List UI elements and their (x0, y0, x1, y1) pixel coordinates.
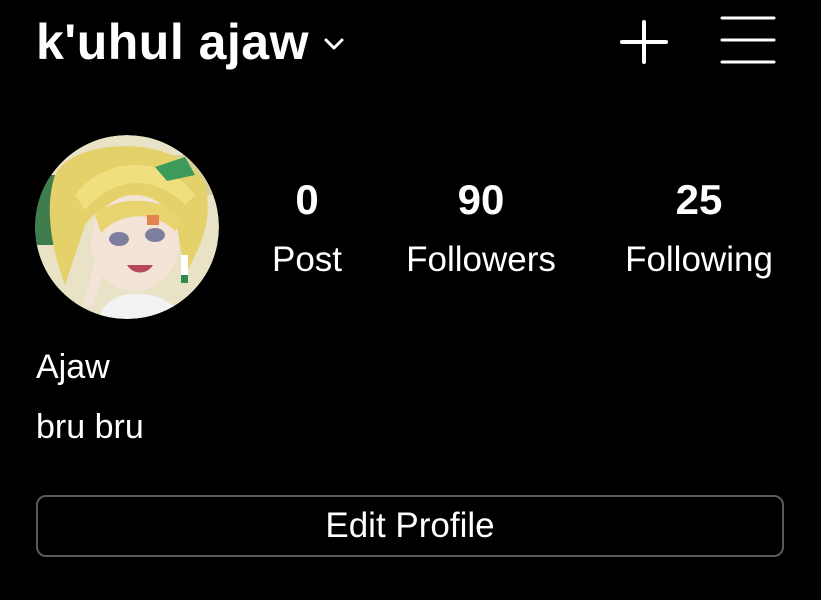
followers-label: Followers (406, 240, 556, 279)
bio-text: bru bru (36, 408, 144, 446)
following-label: Following (625, 240, 773, 279)
edit-profile-button[interactable]: Edit Profile (36, 495, 784, 557)
plus-icon[interactable] (618, 18, 670, 66)
top-bar: k'uhul ajaw (0, 0, 821, 90)
stat-following[interactable]: 25 Following (599, 172, 799, 282)
username: k'uhul ajaw (36, 14, 310, 70)
following-count: 25 (675, 176, 723, 223)
stat-posts[interactable]: 0 Post (207, 172, 407, 282)
followers-count: 90 (457, 176, 505, 223)
avatar[interactable] (35, 135, 219, 319)
avatar-image (35, 135, 219, 319)
post-count: 0 (295, 176, 319, 223)
account-switcher[interactable]: k'uhul ajaw (36, 10, 345, 74)
display-name: Ajaw (36, 348, 110, 386)
hamburger-menu-icon[interactable] (718, 14, 778, 66)
post-label: Post (271, 240, 343, 279)
chevron-down-icon (324, 38, 344, 50)
stat-followers[interactable]: 90 Followers (381, 172, 581, 282)
